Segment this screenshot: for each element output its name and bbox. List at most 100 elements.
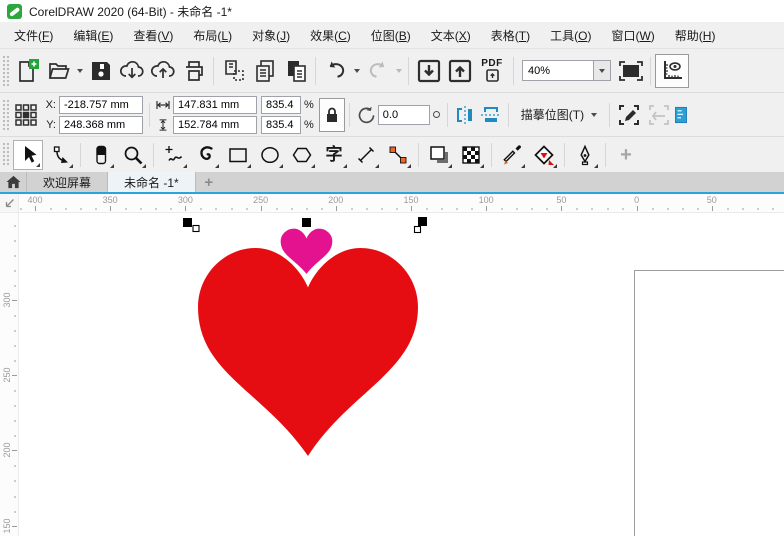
ellipse-tool[interactable] bbox=[255, 140, 285, 170]
fullscreen-preview-button[interactable] bbox=[615, 55, 646, 87]
pick-tool[interactable] bbox=[13, 139, 43, 170]
drawing-workspace[interactable]: 400 350 300 250 200 150 100 50 0 50 300 250 200 150 bbox=[0, 194, 784, 536]
app-window: CorelDRAW 2020 (64-Bit) - 未命名 -1* 文件(F) 编… bbox=[0, 0, 784, 536]
toolbox-separator bbox=[564, 142, 565, 167]
object-position-icon bbox=[12, 99, 40, 131]
undo-dropdown[interactable] bbox=[351, 56, 362, 86]
eraser-tool[interactable] bbox=[86, 140, 116, 170]
home-tab[interactable] bbox=[0, 172, 27, 192]
copy-button[interactable] bbox=[249, 55, 280, 87]
rotation-angle-input[interactable] bbox=[377, 104, 430, 125]
paste-button[interactable] bbox=[280, 55, 311, 87]
toolbox-separator bbox=[605, 142, 606, 167]
menu-item-t[interactable]: 表格(T) bbox=[481, 25, 540, 46]
toolbar-separator bbox=[348, 102, 350, 127]
show-rulers-button[interactable] bbox=[655, 53, 689, 88]
trace-bitmap-button[interactable]: 描摹位图(T) bbox=[513, 100, 605, 130]
handle-top-center[interactable] bbox=[302, 218, 311, 227]
menu-item-w[interactable]: 窗口(W) bbox=[601, 25, 664, 46]
color-eyedropper-tool[interactable] bbox=[497, 140, 527, 170]
lock-ratio-button[interactable] bbox=[318, 97, 345, 132]
edit-node-right[interactable] bbox=[413, 225, 422, 234]
menu-item-v[interactable]: 查看(V) bbox=[123, 25, 183, 46]
percent-label: % bbox=[304, 98, 314, 111]
open-dropdown[interactable] bbox=[74, 56, 85, 86]
dimension-tool[interactable] bbox=[351, 140, 381, 170]
object-height-input[interactable] bbox=[173, 115, 257, 134]
toolbar-separator bbox=[408, 56, 409, 85]
redo-button bbox=[362, 55, 393, 87]
more-tools-button: + bbox=[611, 140, 641, 170]
connector-tool[interactable] bbox=[383, 140, 413, 170]
publish-pdf-button[interactable]: PDF bbox=[475, 54, 509, 88]
home-icon bbox=[6, 175, 20, 189]
object-width-input[interactable] bbox=[173, 95, 257, 114]
save-button[interactable] bbox=[85, 55, 116, 87]
interactive-fill-tool[interactable] bbox=[529, 140, 559, 170]
tab-welcome-screen[interactable]: 欢迎屏幕 bbox=[27, 172, 109, 192]
zoom-tool[interactable] bbox=[118, 140, 148, 170]
text-tool[interactable]: 字 bbox=[319, 140, 349, 170]
menu-item-l[interactable]: 布局(L) bbox=[183, 25, 242, 46]
open-button[interactable] bbox=[43, 55, 74, 87]
x-position-input[interactable] bbox=[59, 95, 143, 114]
chevron-down-icon bbox=[591, 112, 598, 117]
title-bar: CorelDRAW 2020 (64-Bit) - 未命名 -1* bbox=[0, 0, 784, 22]
scale-horizontal-input[interactable] bbox=[261, 95, 301, 114]
toolbox-separator bbox=[418, 142, 419, 167]
image-adjust-button[interactable] bbox=[674, 100, 688, 130]
handle-top-left[interactable] bbox=[183, 218, 192, 227]
mirror-vertical-button[interactable] bbox=[478, 100, 504, 130]
toolbar-separator bbox=[446, 102, 448, 127]
cloud-download-button[interactable] bbox=[116, 55, 147, 87]
outline-pen-tool[interactable] bbox=[570, 140, 600, 170]
text-tool-glyph: 字 bbox=[325, 145, 343, 164]
scale-vertical-input[interactable] bbox=[261, 115, 301, 134]
toolbar-grip[interactable] bbox=[2, 142, 9, 167]
menu-item-x[interactable]: 文本(X) bbox=[421, 25, 481, 46]
plus-icon: + bbox=[620, 143, 632, 166]
undo-button[interactable] bbox=[320, 55, 351, 87]
red-heart-shape[interactable] bbox=[198, 248, 418, 456]
tab-document[interactable]: 未命名 -1* bbox=[108, 172, 196, 192]
export-button[interactable] bbox=[444, 55, 475, 87]
toolbox: 字 + bbox=[0, 136, 784, 172]
rectangle-tool[interactable] bbox=[223, 140, 253, 170]
toolbar-grip[interactable] bbox=[2, 99, 9, 130]
zoom-level-combobox[interactable] bbox=[522, 60, 611, 81]
edit-node-left[interactable] bbox=[192, 224, 200, 233]
menu-item-j[interactable]: 对象(J) bbox=[242, 25, 300, 46]
y-position-input[interactable] bbox=[59, 115, 143, 134]
x-label: X: bbox=[45, 98, 56, 111]
new-document-button[interactable] bbox=[12, 55, 43, 87]
zoom-dropdown-button[interactable] bbox=[594, 60, 611, 81]
window-title: CorelDRAW 2020 (64-Bit) - 未命名 -1* bbox=[29, 4, 232, 19]
handle-top-right[interactable] bbox=[418, 217, 427, 226]
print-button[interactable] bbox=[178, 55, 209, 87]
import-button[interactable] bbox=[413, 55, 444, 87]
freehand-tool[interactable] bbox=[159, 140, 189, 170]
shape-tool[interactable] bbox=[45, 140, 75, 170]
menu-item-f[interactable]: 文件(F) bbox=[4, 25, 63, 46]
standard-toolbar: PDF bbox=[0, 48, 784, 92]
menu-item-h[interactable]: 帮助(H) bbox=[665, 25, 726, 46]
polygon-tool[interactable] bbox=[287, 140, 317, 170]
toolbar-separator bbox=[513, 56, 514, 85]
new-tab-button[interactable]: + bbox=[196, 172, 222, 192]
mirror-horizontal-button[interactable] bbox=[452, 100, 478, 130]
zoom-level-input[interactable] bbox=[522, 60, 594, 81]
transparency-tool[interactable] bbox=[456, 140, 486, 170]
artistic-media-tool[interactable] bbox=[191, 140, 221, 170]
menu-item-c[interactable]: 效果(C) bbox=[300, 25, 361, 46]
degree-symbol bbox=[432, 111, 440, 118]
edit-bitmap-button[interactable] bbox=[614, 99, 644, 131]
cut-button[interactable] bbox=[218, 55, 249, 87]
pdf-box-icon bbox=[485, 69, 499, 82]
menu-item-b[interactable]: 位图(B) bbox=[361, 25, 421, 46]
menu-item-o[interactable]: 工具(O) bbox=[540, 25, 601, 46]
drop-shadow-tool[interactable] bbox=[424, 140, 454, 170]
toolbar-grip[interactable] bbox=[2, 55, 9, 86]
menu-item-e[interactable]: 编辑(E) bbox=[63, 25, 123, 46]
document-tab-bar: 欢迎屏幕 未命名 -1* + bbox=[0, 172, 784, 194]
cloud-upload-button[interactable] bbox=[147, 55, 178, 87]
